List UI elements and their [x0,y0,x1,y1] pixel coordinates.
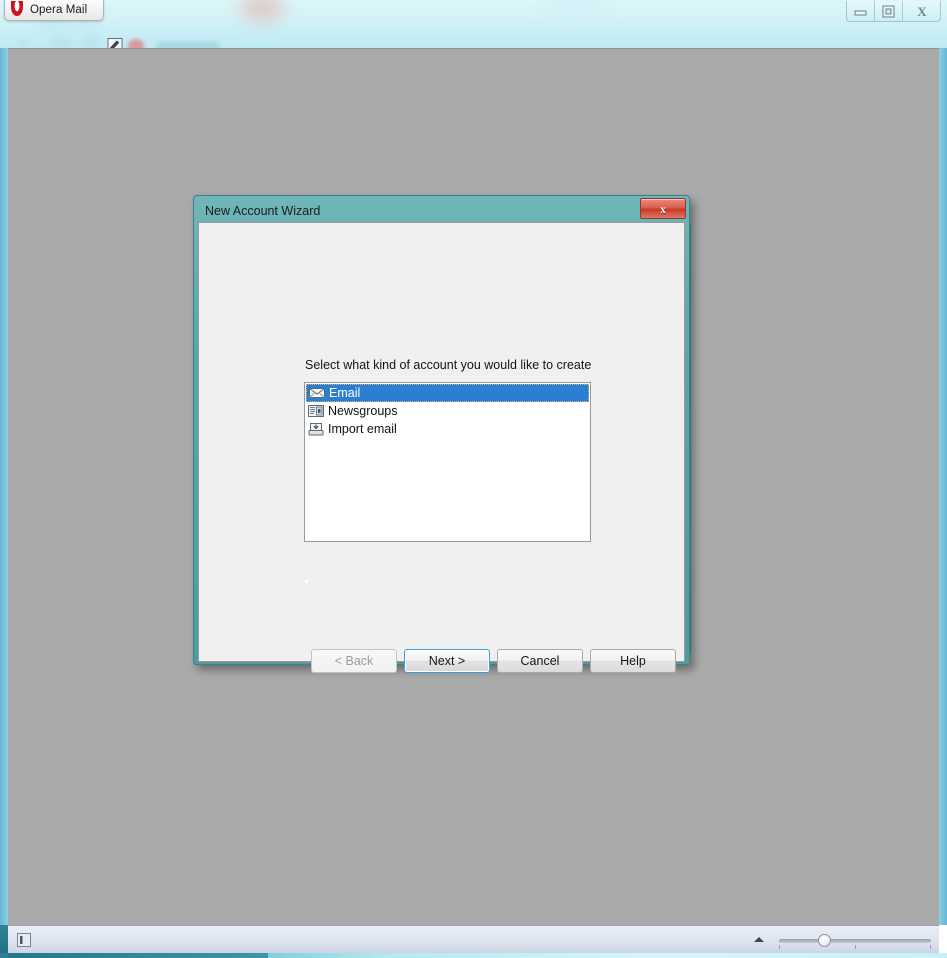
compose-icon[interactable] [107,38,123,48]
dialog-close-button[interactable]: x [640,198,686,219]
status-bar [8,925,939,953]
help-button[interactable]: Help [590,649,676,673]
minimize-icon [854,10,867,15]
list-item-newsgroups[interactable]: Newsgroups [305,402,590,420]
import-tray-icon [308,423,324,436]
next-button[interactable]: Next > [404,649,490,673]
zoom-slider-track [779,939,931,943]
envelope-icon [309,388,325,398]
zoom-slider-thumb[interactable] [817,934,831,947]
list-item-label: Newsgroups [328,404,398,418]
dialog-title: New Account Wizard [205,204,321,218]
new-account-wizard-dialog: New Account Wizard x Select what kind of… [193,195,690,673]
window-edge-left [0,48,8,925]
svg-text:X: X [917,5,927,18]
tab-label: Opera Mail [30,4,88,16]
close-icon: X [917,5,927,18]
back-button[interactable]: < Back [311,649,397,673]
window-controls: X [846,1,941,22]
dialog-prompt: Select what kind of account you would li… [305,358,592,372]
list-item-email[interactable]: Email [306,384,589,402]
restore-button[interactable] [875,1,903,21]
cancel-button[interactable]: Cancel [497,649,583,673]
application-window: Opera Mail X New Account Wizard x Select… [0,0,947,958]
desktop-strip-left [8,953,268,958]
list-item-import-email[interactable]: Import email [305,420,590,438]
zoom-slider[interactable] [779,934,931,949]
close-button[interactable]: X [903,1,940,21]
list-item-label: Import email [328,422,397,436]
dialog-close-icon: x [660,201,666,216]
dialog-body: Select what kind of account you would li… [198,222,685,673]
newspaper-icon [308,405,324,417]
zoom-slider-tick [855,945,856,949]
render-artifact [305,580,308,583]
toolbar-ghost-icon [83,37,99,48]
tab-opera-mail[interactable]: Opera Mail [4,0,104,21]
zoom-slider-tick [930,945,931,949]
glass-blob [540,0,610,18]
panel-toggle-icon[interactable] [16,932,32,948]
minimize-button[interactable] [847,1,875,21]
dialog-titlebar[interactable]: New Account Wizard x [198,198,686,222]
window-edge-right [939,48,947,925]
mail-toolbar [0,21,947,48]
chevron-up-icon[interactable] [754,937,764,942]
account-type-listbox[interactable]: Email Newsgroups Import email [304,382,591,542]
toolbar-ghost-icon [18,39,28,48]
zoom-slider-tick [779,945,780,949]
list-item-label: Email [329,386,361,400]
unread-dot-icon [128,39,144,48]
toolbar-ghost-icon [53,37,71,48]
glass-blob [240,0,284,22]
opera-logo-icon [11,0,23,16]
restore-icon [882,5,895,17]
dialog-button-row: < Back Next > Cancel Help [311,649,676,673]
